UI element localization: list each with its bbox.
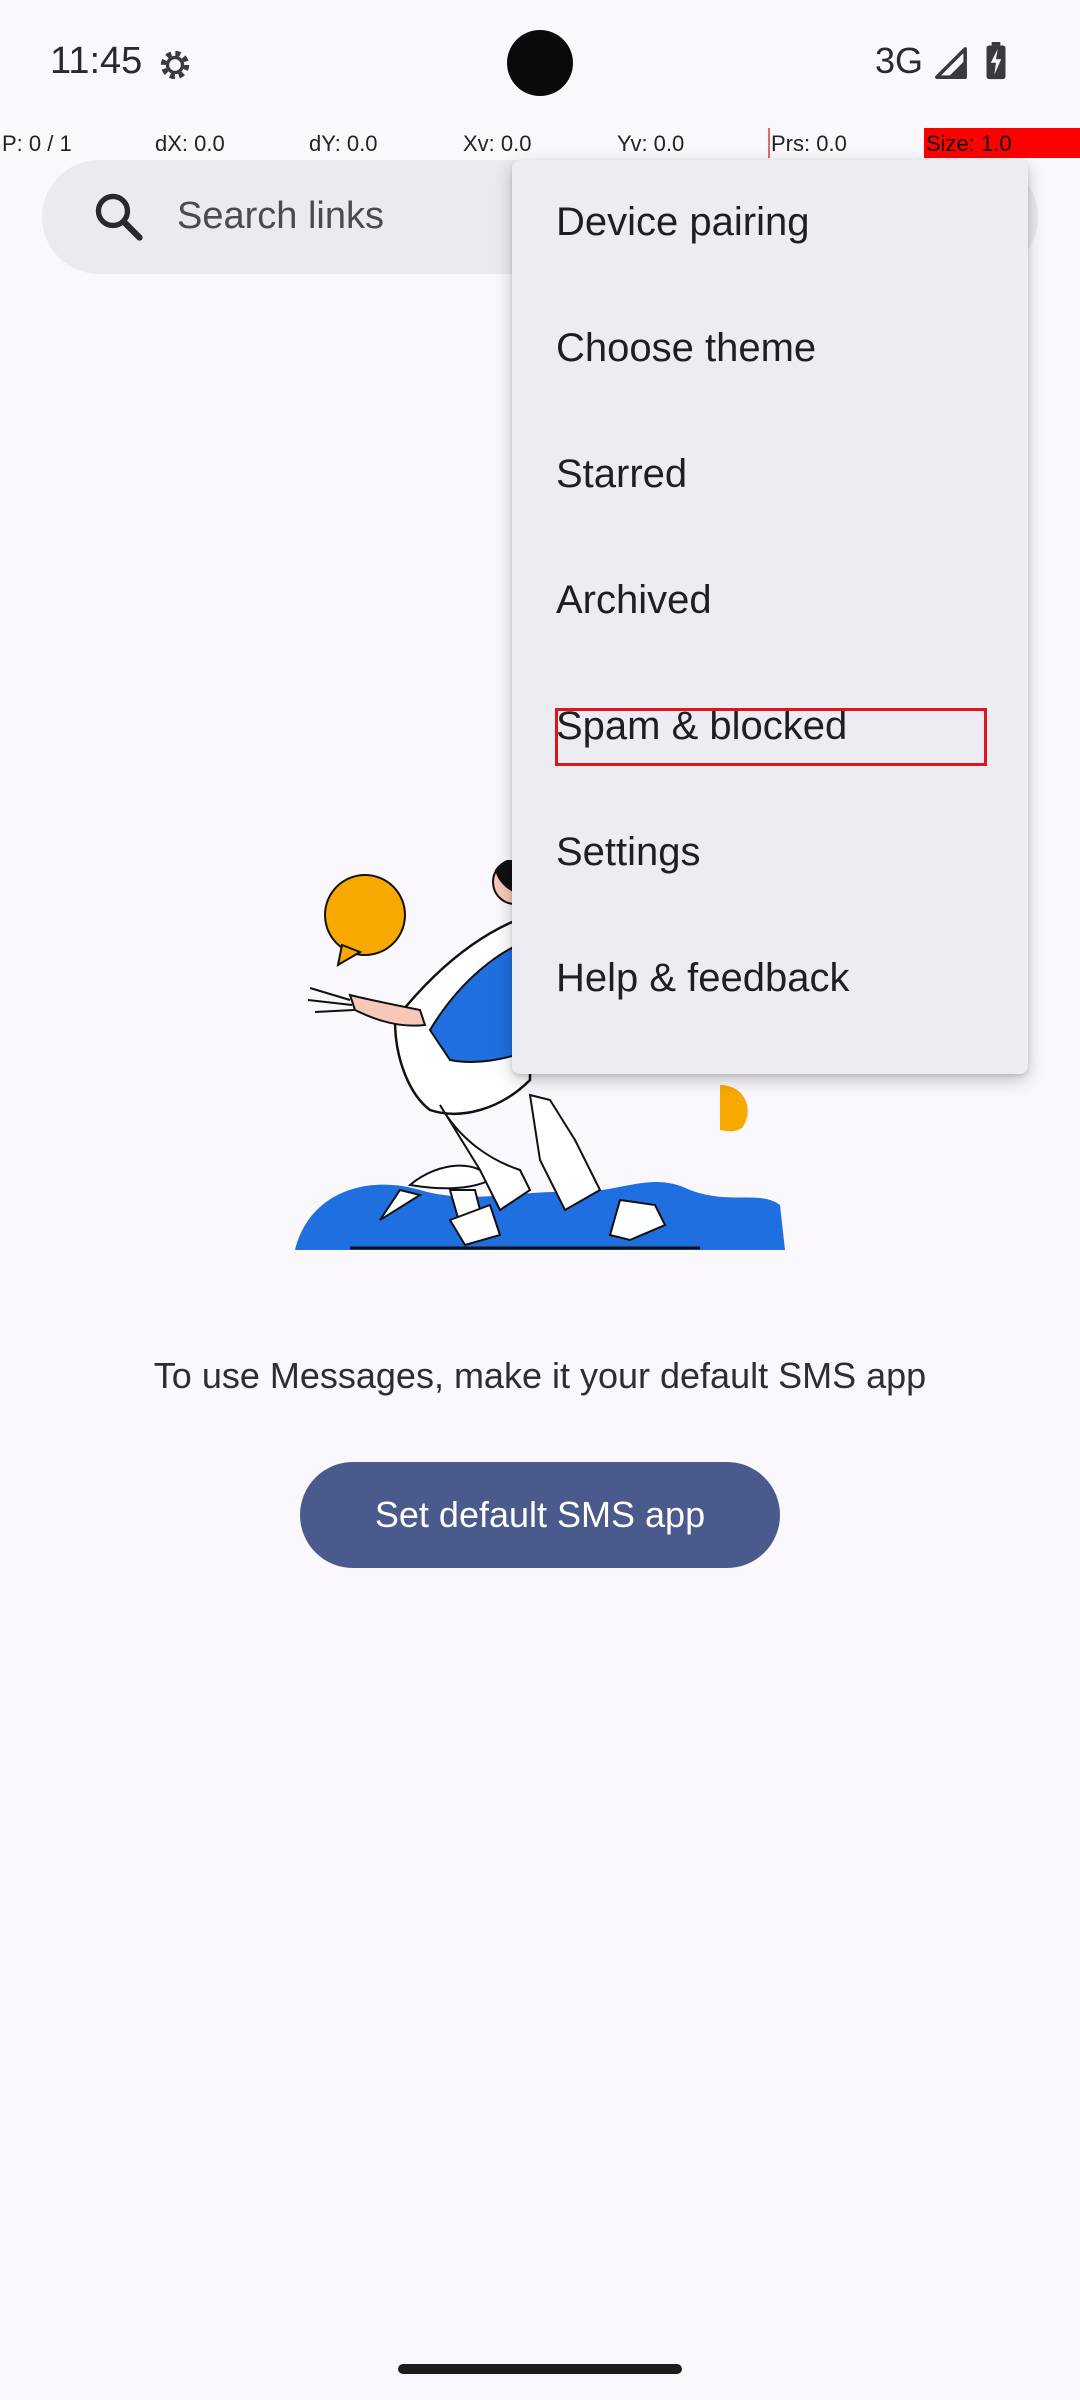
debug-xv: Xv: 0.0 <box>463 131 532 156</box>
menu-item-settings[interactable]: Settings <box>512 790 1028 916</box>
target-highlight-box <box>555 708 987 766</box>
menu-item-choose-theme[interactable]: Choose theme <box>512 286 1028 412</box>
overflow-menu: Device pairing Choose theme Starred Arch… <box>512 160 1028 1074</box>
status-bar: 11:45 3G <box>0 0 1080 128</box>
messages-screen: 11:45 3G P: 0 / 1 dX: 0.0 dY: 0.0 Xv: 0.… <box>0 0 1080 2400</box>
menu-item-label: Archived <box>556 578 712 622</box>
search-input[interactable] <box>177 186 517 246</box>
signal-icon <box>935 47 967 79</box>
search-icon[interactable] <box>90 188 148 246</box>
status-time: 11:45 <box>50 40 143 82</box>
set-default-sms-button[interactable]: Set default SMS app <box>300 1462 780 1568</box>
camera-cutout <box>507 30 573 96</box>
menu-item-label: Help & feedback <box>556 956 850 1000</box>
menu-item-device-pairing[interactable]: Device pairing <box>512 160 1028 286</box>
debug-yv: Yv: 0.0 <box>617 131 685 156</box>
menu-item-help-feedback[interactable]: Help & feedback <box>512 916 1028 1042</box>
debug-separator <box>768 128 770 158</box>
menu-item-label: Device pairing <box>556 200 810 244</box>
debug-size: Size: 1.0 <box>924 128 1080 158</box>
default-sms-message: To use Messages, make it your default SM… <box>153 1355 927 1396</box>
menu-item-label: Settings <box>556 830 701 874</box>
debug-pressure: Prs: 0.0 <box>771 131 847 156</box>
debug-dy: dY: 0.0 <box>309 131 378 156</box>
settings-gear-icon <box>160 50 190 80</box>
gesture-navigation-bar[interactable] <box>398 2364 682 2374</box>
battery-charging-icon <box>986 42 1006 80</box>
menu-item-archived[interactable]: Archived <box>512 538 1028 664</box>
menu-item-starred[interactable]: Starred <box>512 412 1028 538</box>
pointer-debug-overlay: P: 0 / 1 dX: 0.0 dY: 0.0 Xv: 0.0 Yv: 0.0… <box>0 128 1080 158</box>
debug-dx: dX: 0.0 <box>155 131 225 156</box>
menu-item-label: Choose theme <box>556 326 817 370</box>
menu-item-label: Starred <box>556 452 688 496</box>
debug-pointer: P: 0 / 1 <box>2 131 72 156</box>
network-type: 3G <box>875 40 924 81</box>
